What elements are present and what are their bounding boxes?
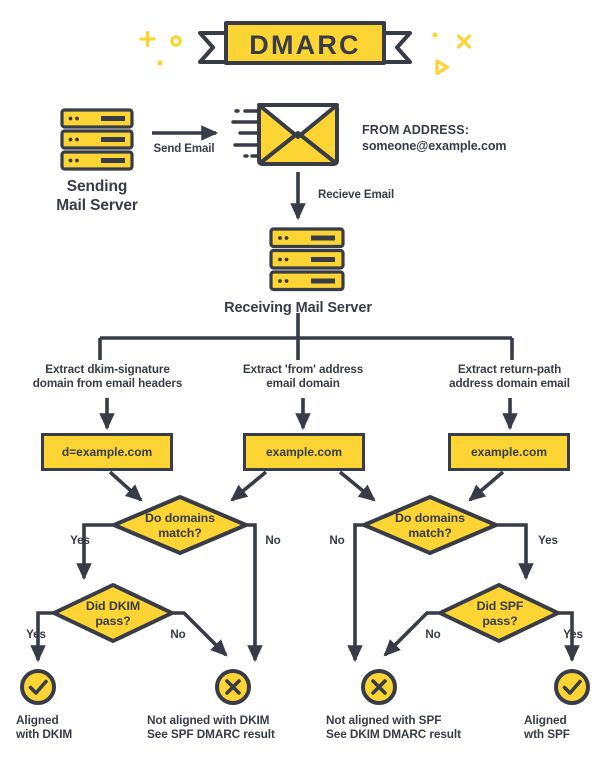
triangle-icon [435, 59, 450, 75]
domain-box-return-path-value: example.com [470, 445, 548, 459]
left-domains-match-text: Do domains match? [145, 511, 215, 541]
returnpath-box-to-right-diamond [468, 470, 505, 502]
domain-box-dkim[interactable]: d=example.com [41, 433, 173, 471]
branch-split-connector [98, 313, 514, 360]
left-match-no-label: No [265, 534, 281, 547]
box-to-diamond-arrows [108, 470, 505, 502]
dmarc-flowchart: DMARC Sending Mail Server Send Email FRO… [0, 0, 610, 766]
result-label-aligned-dkim: Aligned with DKIM [16, 713, 73, 742]
left-match-yes-label: Yes [70, 534, 90, 547]
x-icon [456, 34, 472, 49]
dkim-box-to-left-diamond [108, 470, 143, 502]
left-match-no-path [246, 523, 263, 663]
sending-server-icon [60, 108, 134, 171]
speed-lines [231, 109, 260, 158]
right-match-no-path [347, 523, 364, 663]
page-title: DMARC [249, 30, 361, 60]
did-dkim-pass-text: Did DKIM pass? [85, 599, 141, 629]
dkim-pass-yes-label: Yes [26, 628, 46, 641]
extract-label-from: Extract 'from' address email domain [242, 363, 364, 391]
result-icon-1 [215, 669, 251, 705]
result-icon-0 [20, 669, 56, 705]
from-address-title: FROM ADDRESS: [362, 123, 470, 137]
did-spf-pass-text: Did SPF pass? [476, 599, 524, 629]
right-match-yes-path [496, 523, 534, 581]
result-label-not-aligned-dkim: Not aligned with DKIM See SPF DMARC resu… [147, 713, 275, 742]
receiving-mail-server-label: Receiving Mail Server [224, 300, 372, 316]
domain-box-from-value: example.com [265, 445, 343, 459]
right-domains-match-text: Do domains match? [395, 511, 465, 541]
receiving-server-icon [269, 227, 345, 292]
result-icon-2 [361, 669, 397, 705]
left-match-yes-path [76, 523, 114, 581]
result-icons [20, 669, 590, 705]
from-box-to-right-diamond [338, 470, 376, 502]
spf-pass-no-label: No [425, 628, 441, 641]
result-icon-3 [554, 669, 590, 705]
result-label-not-aligned-spf: Not aligned with SPF See DKIM DMARC resu… [326, 713, 461, 742]
ring-icon [170, 35, 182, 47]
domain-box-dkim-value: d=example.com [61, 445, 153, 459]
extract-label-return-path: Extract return-path address domain email [449, 363, 570, 391]
extract-label-dkim: Extract dkim-signature domain from email… [32, 363, 183, 391]
from-box-to-left-diamond [230, 470, 268, 502]
dkim-pass-no-label: No [170, 628, 186, 641]
receive-email-label: Recieve Email [318, 189, 395, 201]
envelope-icon [231, 103, 339, 166]
extract-to-box-arrows [99, 398, 518, 431]
domain-box-from[interactable]: example.com [243, 433, 365, 471]
small-dot-icon [432, 32, 438, 38]
plus-icon [139, 30, 156, 48]
result-label-aligned-spf: Aligned wth SPF [524, 713, 570, 742]
right-match-no-label: No [329, 534, 345, 547]
send-email-label: Send Email [153, 143, 215, 155]
from-address-value: someone@example.com [362, 139, 507, 153]
sending-mail-server-label: Sending Mail Server [56, 178, 138, 214]
right-match-yes-label: Yes [538, 534, 558, 547]
dot-icon [157, 60, 163, 66]
domain-box-return-path[interactable]: example.com [448, 433, 570, 471]
spf-pass-yes-label: Yes [563, 628, 583, 641]
